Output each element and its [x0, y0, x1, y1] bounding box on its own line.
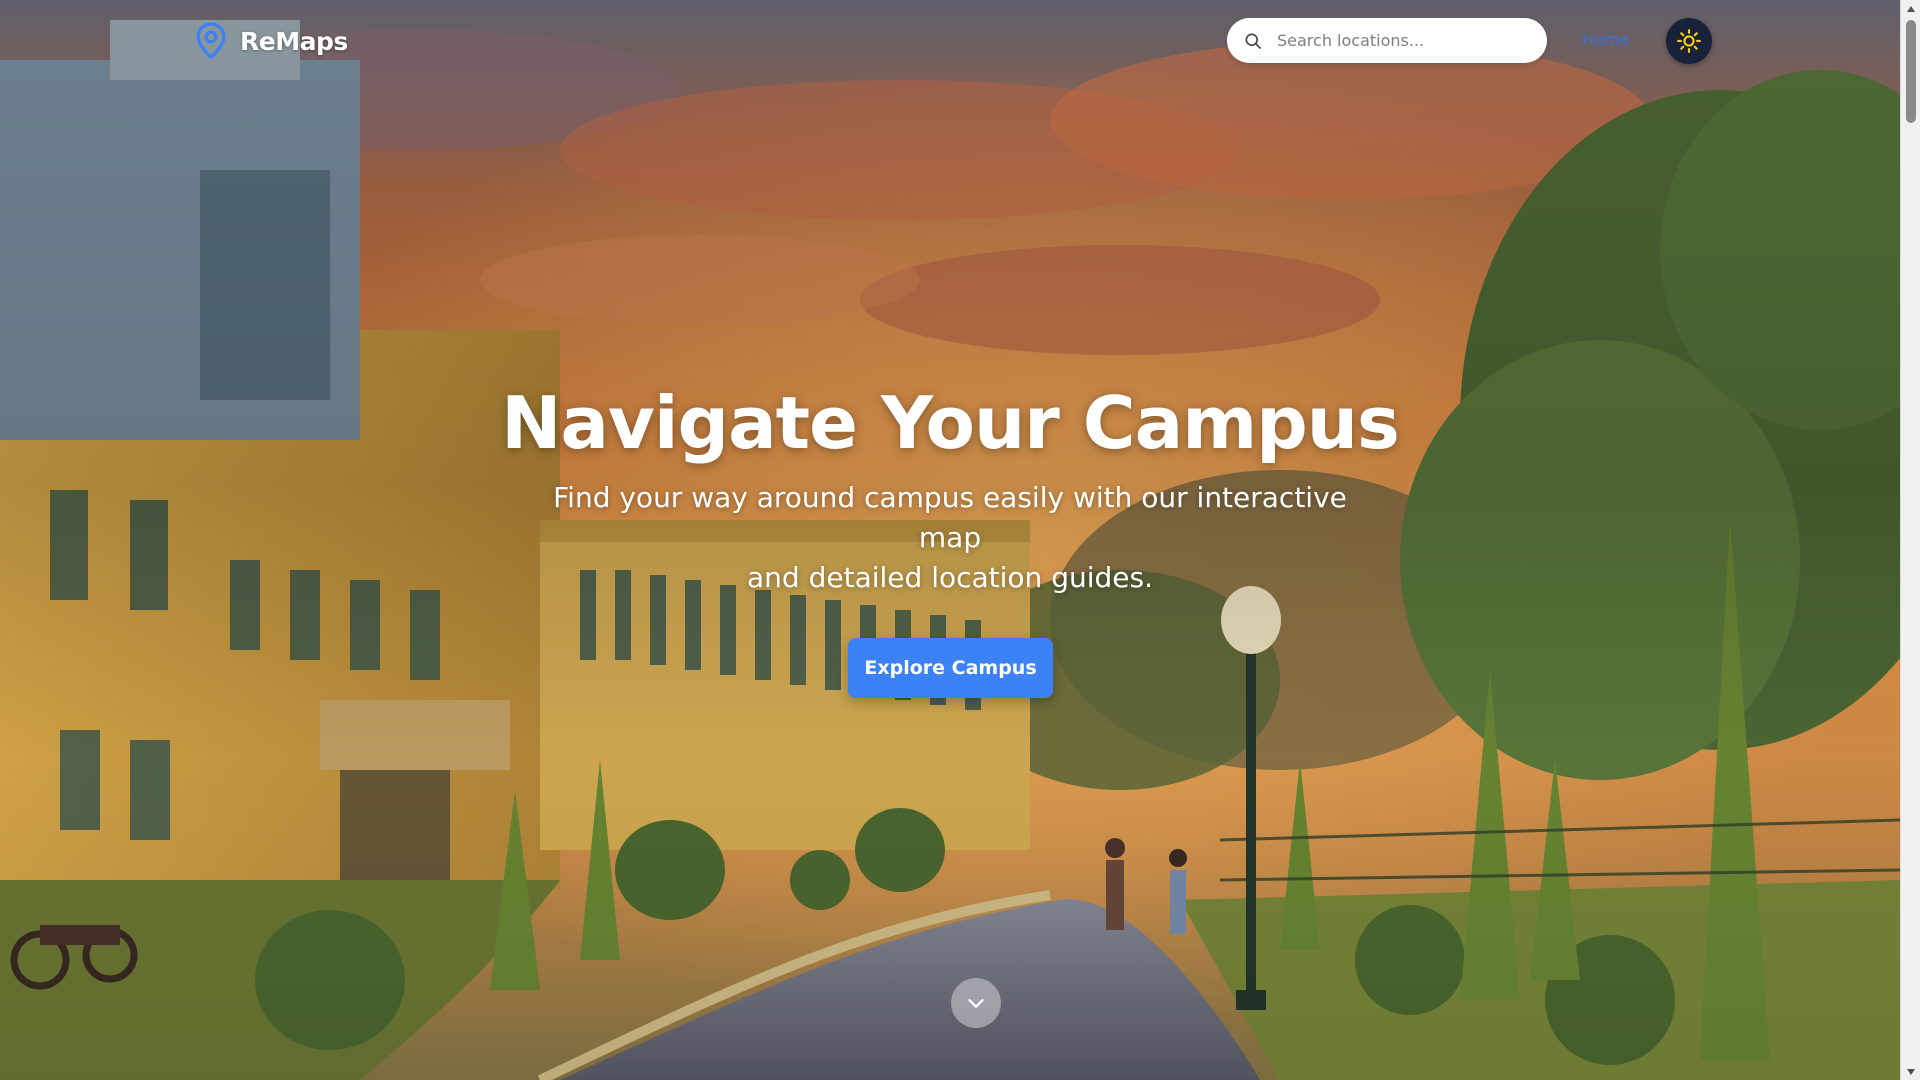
hero-subtitle-line-1: Find your way around campus easily with … [553, 481, 1347, 554]
map-pin-icon [196, 22, 226, 59]
sun-icon [1677, 29, 1701, 53]
chevron-down-icon [968, 999, 984, 1008]
nav-link-home[interactable]: Home [1582, 30, 1629, 52]
page-scrollbar[interactable] [1900, 0, 1920, 1080]
search-bar [1227, 18, 1547, 63]
triangle-down-icon [1907, 1068, 1915, 1075]
scrollbar-thumb[interactable] [1906, 20, 1916, 123]
theme-toggle-button[interactable] [1666, 18, 1712, 64]
top-navbar: ReMaps Home [0, 0, 1900, 82]
scroll-down-arrow[interactable] [1901, 1063, 1920, 1080]
search-input[interactable] [1277, 20, 1527, 61]
page-viewport: ReMaps Home Navigate Your Campus [0, 0, 1900, 1080]
explore-campus-button[interactable]: Explore Campus [848, 638, 1053, 698]
hero-subtitle-line-2: and detailed location guides. [747, 561, 1153, 594]
scroll-up-arrow[interactable] [1901, 0, 1920, 17]
brand-name: ReMaps [240, 26, 348, 56]
brand-logo-link[interactable]: ReMaps [194, 20, 348, 62]
triangle-up-icon [1907, 5, 1915, 12]
search-icon [1245, 33, 1261, 49]
hero-title: Navigate Your Campus [501, 381, 1400, 465]
hero-subtitle: Find your way around campus easily with … [530, 478, 1370, 598]
scroll-down-button[interactable] [951, 978, 1001, 1028]
